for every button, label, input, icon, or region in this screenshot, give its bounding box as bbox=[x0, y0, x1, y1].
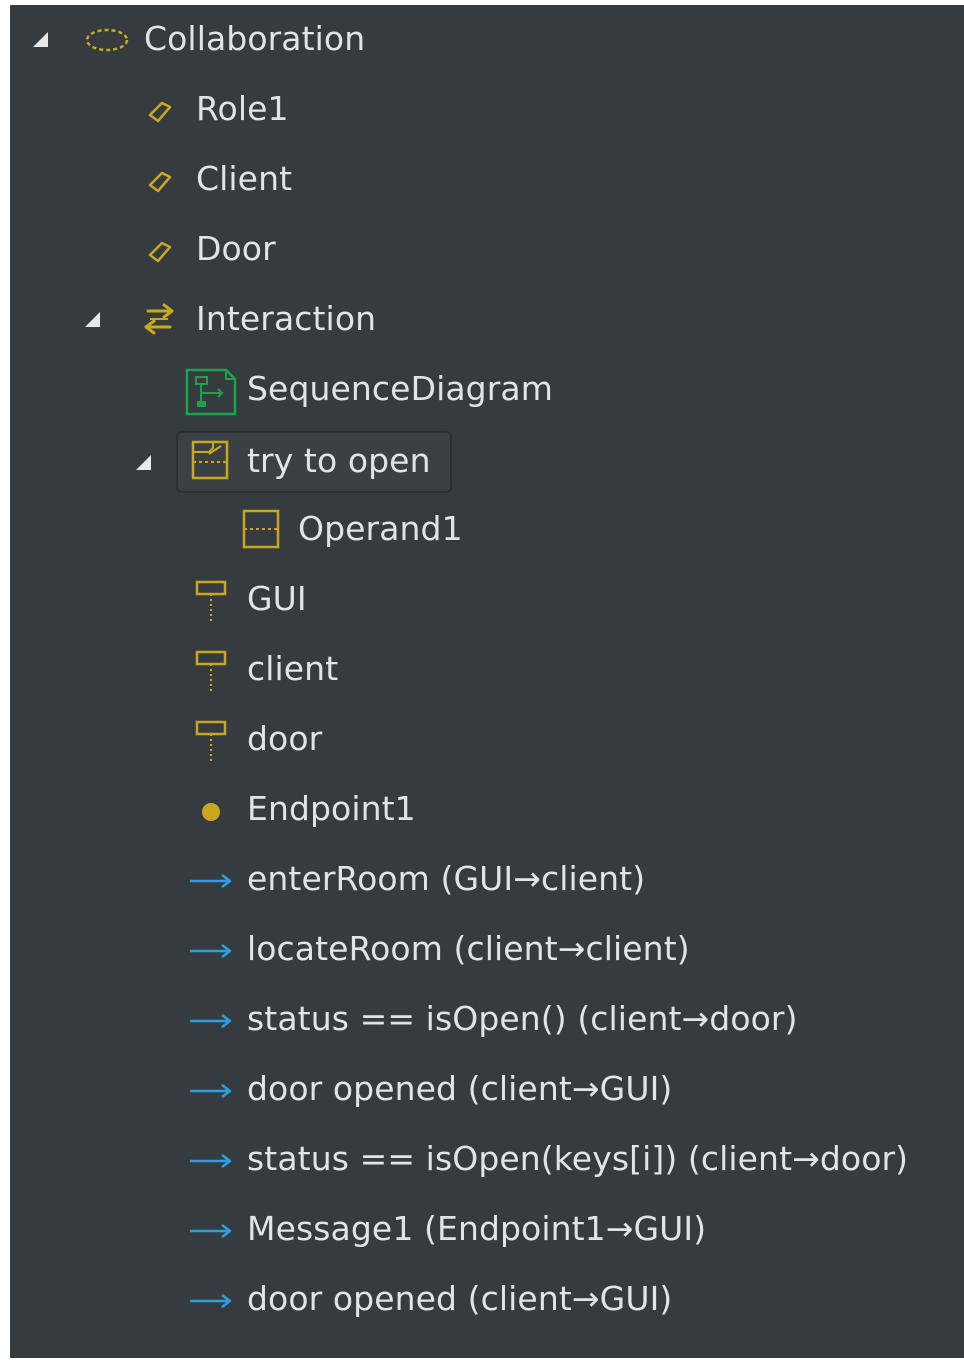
role-icon bbox=[148, 171, 172, 193]
expand-toggle-collaboration[interactable] bbox=[33, 32, 48, 47]
tree-item-label: locateRoom (client→client) bbox=[247, 929, 690, 968]
tree-item-message[interactable]: status == isOpen(keys[i]) (client→door) bbox=[10, 1125, 964, 1195]
tree-item-label: enterRoom (GUI→client) bbox=[247, 859, 646, 898]
tree-item-sequence-diagram[interactable]: SequenceDiagram bbox=[10, 355, 964, 425]
message-arrow-icon bbox=[190, 1154, 232, 1168]
tree-item-label: door bbox=[247, 719, 323, 758]
endpoint-icon bbox=[202, 803, 220, 821]
message-arrow-icon bbox=[190, 1014, 232, 1028]
tree-item-endpoint[interactable]: Endpoint1 bbox=[10, 775, 964, 845]
tree-item-collaboration[interactable]: Collaboration bbox=[10, 5, 964, 75]
tree-item-operand[interactable]: Operand1 bbox=[10, 495, 964, 565]
collaboration-icon bbox=[85, 28, 129, 52]
tree-item-lifeline[interactable]: client bbox=[10, 635, 964, 705]
message-arrow-icon bbox=[190, 1224, 232, 1238]
role-icon bbox=[148, 241, 172, 263]
tree-item-label: Operand1 bbox=[298, 509, 463, 548]
tree-item-label: Collaboration bbox=[144, 19, 366, 58]
tree-item-message[interactable]: door opened (client→GUI) bbox=[10, 1265, 964, 1335]
tree-item-lifeline[interactable]: door bbox=[10, 705, 964, 775]
tree-item-combined-fragment[interactable]: try to open bbox=[10, 425, 964, 495]
tree-item-role[interactable]: Client bbox=[10, 145, 964, 215]
combined-fragment-icon bbox=[191, 440, 229, 480]
lifeline-icon bbox=[195, 720, 227, 763]
tree-item-label: door opened (client→GUI) bbox=[247, 1279, 673, 1318]
tree-item-message[interactable]: status == isOpen() (client→door) bbox=[10, 985, 964, 1055]
tree-item-label: try to open bbox=[247, 441, 431, 480]
tree-item-label: Endpoint1 bbox=[247, 789, 416, 828]
tree-item-message[interactable]: door opened (client→GUI) bbox=[10, 1055, 964, 1125]
tree-item-label: GUI bbox=[247, 579, 307, 618]
tree-item-label: Door bbox=[196, 229, 276, 268]
message-arrow-icon bbox=[190, 1084, 232, 1098]
tree-item-label: Interaction bbox=[196, 299, 377, 338]
message-arrow-icon bbox=[190, 944, 232, 958]
tree-item-label: client bbox=[247, 649, 339, 688]
lifeline-icon bbox=[195, 650, 227, 693]
role-icon bbox=[148, 101, 172, 123]
expand-toggle-interaction[interactable] bbox=[85, 312, 100, 327]
tree-item-message[interactable]: locateRoom (client→client) bbox=[10, 915, 964, 985]
tree-item-label: Client bbox=[196, 159, 293, 198]
tree-item-label: Role1 bbox=[196, 89, 289, 128]
tree-item-label: status == isOpen(keys[i]) (client→door) bbox=[247, 1139, 909, 1178]
tree-item-lifeline[interactable]: GUI bbox=[10, 565, 964, 635]
tree-item-interaction[interactable]: Interaction bbox=[10, 285, 964, 355]
tree-item-label: door opened (client→GUI) bbox=[247, 1069, 673, 1108]
tree-item-label: Message1 (Endpoint1→GUI) bbox=[247, 1209, 707, 1248]
tree-item-message[interactable]: enterRoom (GUI→client) bbox=[10, 845, 964, 915]
sequence-diagram-icon bbox=[185, 368, 237, 416]
tree-item-role[interactable]: Door bbox=[10, 215, 964, 285]
message-arrow-icon bbox=[190, 874, 232, 888]
interaction-icon bbox=[144, 303, 174, 335]
message-arrow-icon bbox=[190, 1294, 232, 1308]
operand-icon bbox=[242, 509, 280, 549]
tree-item-role[interactable]: Role1 bbox=[10, 75, 964, 145]
lifeline-icon bbox=[195, 580, 227, 623]
expand-toggle-fragment[interactable] bbox=[136, 455, 151, 470]
tree-item-label: status == isOpen() (client→door) bbox=[247, 999, 798, 1038]
model-explorer-panel: Collaboration Role1 Client Door Interact… bbox=[10, 5, 964, 1358]
tree-item-label: SequenceDiagram bbox=[247, 369, 553, 408]
tree-item-message[interactable]: Message1 (Endpoint1→GUI) bbox=[10, 1195, 964, 1265]
